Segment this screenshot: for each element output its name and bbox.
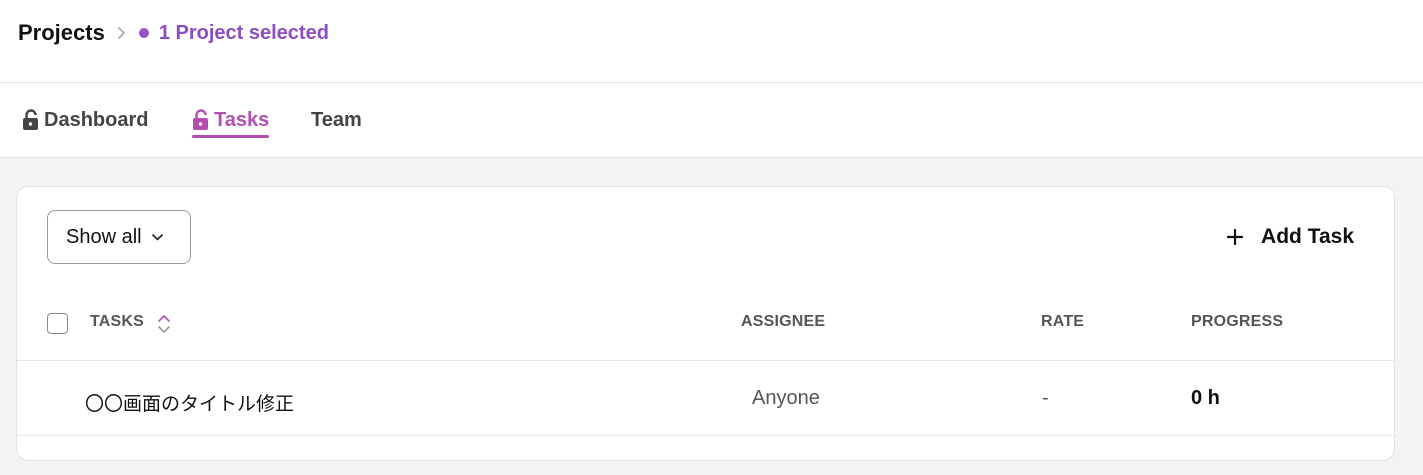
column-header-assignee: ASSIGNEE: [741, 313, 826, 330]
column-header-rate: RATE: [1041, 313, 1085, 330]
add-task-button[interactable]: Add Task: [1227, 221, 1354, 253]
tab-tasks-label: Tasks: [214, 108, 270, 131]
task-progress: 0 h: [1191, 387, 1220, 409]
task-name[interactable]: 〇〇画面のタイトル修正: [85, 389, 294, 416]
column-header-progress: PROGRESS: [1191, 313, 1284, 330]
breadcrumb-current: 1 Project selected: [158, 21, 329, 44]
top-bar: Projects 1 Project selected: [0, 0, 1423, 83]
show-all-dropdown[interactable]: Show all: [47, 210, 191, 264]
tab-dashboard[interactable]: Dashboard: [22, 103, 148, 137]
tab-dashboard-label: Dashboard: [44, 108, 149, 131]
sort-icon[interactable]: [157, 313, 171, 335]
tab-team-label: Team: [311, 108, 362, 131]
tab-tasks[interactable]: Tasks: [192, 103, 270, 138]
task-assignee[interactable]: Anyone: [752, 387, 820, 410]
table-row[interactable]: 〇〇画面のタイトル修正 Anyone - 0 h: [17, 361, 1394, 436]
status-dot-icon: [138, 28, 149, 38]
breadcrumb: Projects 1 Project selected: [18, 18, 329, 48]
table-header: TASKS ASSIGNEE RATE PROGRESS: [17, 291, 1394, 361]
task-rate: -: [1042, 387, 1049, 409]
tasks-card: Show all Add Task TASKS ASSIGNEE RATE PR…: [16, 186, 1395, 461]
tab-bar: Dashboard Tasks Team: [0, 83, 1423, 158]
breadcrumb-projects-link[interactable]: Projects: [18, 20, 105, 46]
chevron-right-icon: [117, 26, 129, 40]
chevron-down-icon: [151, 232, 164, 242]
select-all-checkbox[interactable]: [47, 313, 68, 334]
show-all-label: Show all: [66, 225, 142, 248]
lock-open-icon: [22, 108, 42, 132]
tab-team[interactable]: Team: [311, 103, 362, 137]
plus-icon: [1227, 228, 1245, 246]
add-task-label: Add Task: [1261, 225, 1354, 248]
column-header-tasks: TASKS: [90, 313, 145, 330]
lock-open-icon: [192, 108, 212, 132]
